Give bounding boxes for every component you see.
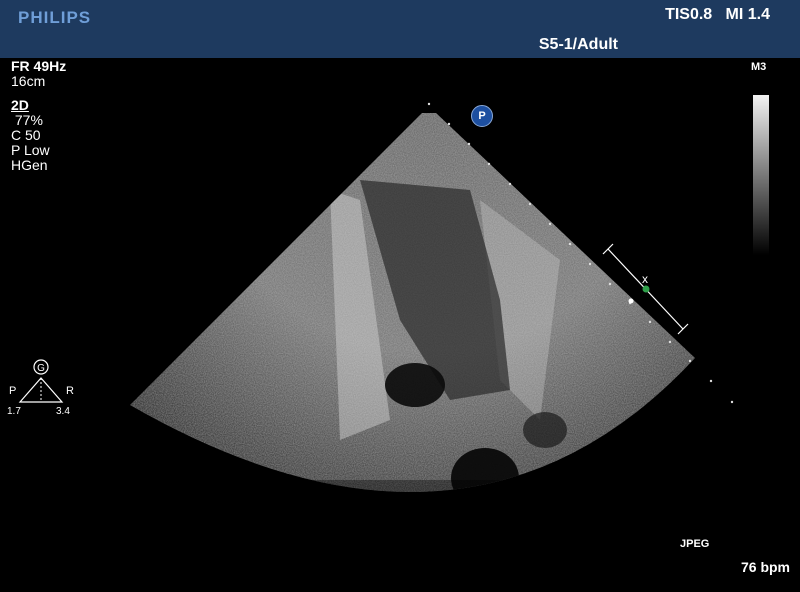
orientation-right-label: R (66, 385, 74, 397)
orientation-right-value: 3.4 (56, 406, 70, 416)
chamber-dark-2 (451, 448, 519, 493)
probe-orientation-marker: P (471, 105, 493, 127)
caliper-dot (642, 285, 650, 293)
caliper-label: x (642, 272, 648, 286)
heart-rate: 76 bpm (740, 559, 790, 575)
orientation-left-value: 1.7 (7, 406, 21, 416)
orientation-left-label: P (9, 385, 16, 397)
caliper-endpoint (628, 298, 634, 304)
ultrasound-sector: x (130, 102, 734, 493)
chamber-dark-3 (523, 412, 567, 448)
probe-orientation-icon: G P R 1.7 3.4 (0, 356, 90, 417)
chamber-dark-1 (385, 363, 445, 407)
format-label: JPEG (680, 538, 710, 550)
orientation-center-label: G (37, 363, 45, 374)
